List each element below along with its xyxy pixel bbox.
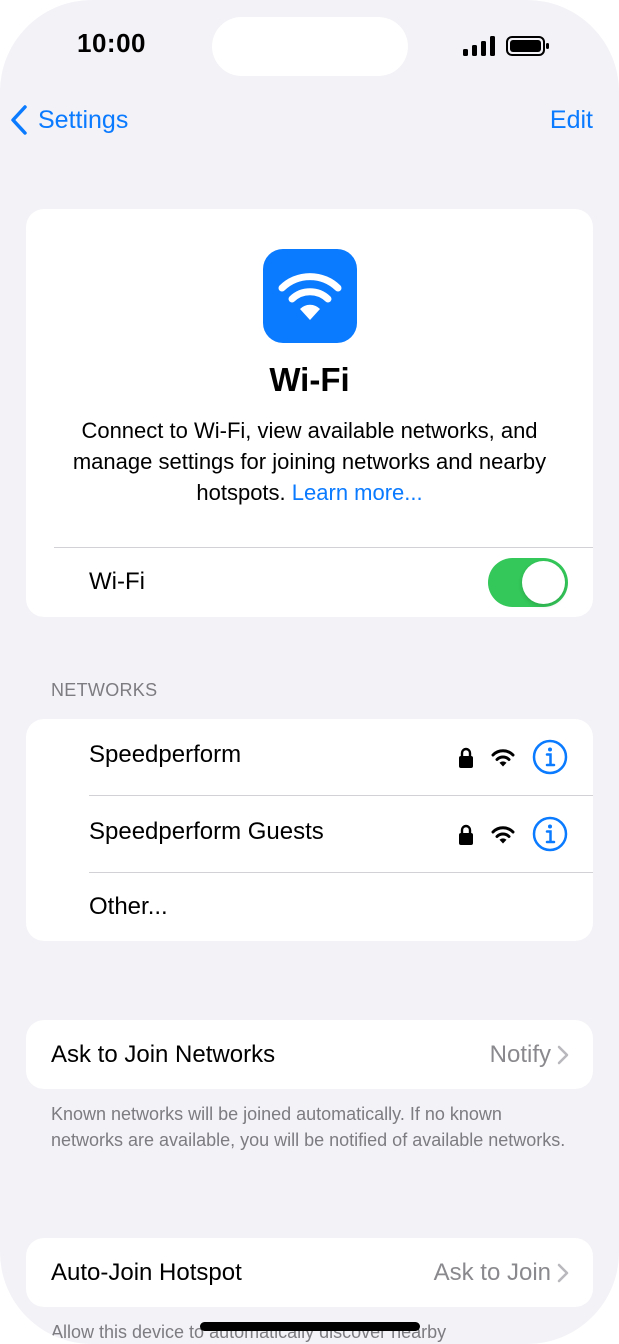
hero-description: Connect to Wi-Fi, view available network…	[46, 415, 573, 508]
status-time: 10:00	[77, 28, 146, 58]
lock-icon	[459, 824, 473, 845]
wifi-icon	[278, 273, 342, 320]
auto-join-value: Ask to Join	[433, 1259, 551, 1286]
back-button[interactable]: Settings	[10, 100, 128, 140]
chevron-left-icon	[11, 105, 27, 135]
lock-icon	[459, 747, 473, 768]
ask-to-join-value: Notify	[489, 1041, 551, 1068]
info-icon[interactable]	[532, 816, 568, 852]
auto-join-hotspot-row[interactable]: Auto-Join Hotspot Ask to Join	[26, 1238, 593, 1307]
network-row-other[interactable]: Other...	[26, 873, 593, 941]
dynamic-island	[212, 17, 408, 76]
learn-more-link[interactable]: Learn more...	[292, 480, 423, 505]
wifi-toggle-label: Wi-Fi	[89, 568, 145, 595]
phone-screen: 10:00 Settings Edit Wi-Fi Connect to Wi-…	[0, 0, 619, 1344]
chevron-right-icon	[557, 1263, 569, 1283]
network-name: Speedperform Guests	[89, 818, 324, 845]
network-name: Speedperform	[89, 741, 242, 768]
networks-list: Speedperform Speedperform Guests Other..…	[26, 719, 593, 941]
toggle-knob	[522, 561, 565, 604]
edit-button[interactable]: Edit	[550, 100, 593, 140]
networks-section-header: NETWORKS	[51, 680, 158, 700]
battery-icon	[506, 36, 549, 56]
wifi-signal-icon	[491, 826, 515, 844]
ask-to-join-label: Ask to Join Networks	[51, 1041, 276, 1068]
cellular-signal-icon	[463, 36, 495, 56]
hero-title: Wi-Fi	[269, 361, 350, 398]
divider	[54, 547, 593, 548]
info-icon[interactable]	[532, 739, 568, 775]
wifi-hero-card: Wi-Fi Connect to Wi-Fi, view available n…	[26, 209, 593, 617]
chevron-right-icon	[557, 1045, 569, 1065]
wifi-app-icon	[263, 249, 357, 343]
network-row-speedperform[interactable]: Speedperform	[26, 719, 593, 795]
back-label: Settings	[38, 105, 129, 134]
ask-to-join-row[interactable]: Ask to Join Networks Notify	[26, 1020, 593, 1089]
wifi-toggle[interactable]	[488, 558, 568, 607]
auto-join-label: Auto-Join Hotspot	[51, 1259, 242, 1286]
other-network-label: Other...	[89, 893, 168, 920]
home-indicator[interactable]	[200, 1322, 420, 1331]
wifi-signal-icon	[491, 749, 515, 767]
ask-to-join-footnote: Known networks will be joined automatica…	[51, 1104, 566, 1150]
network-row-speedperform-guests[interactable]: Speedperform Guests	[26, 796, 593, 872]
